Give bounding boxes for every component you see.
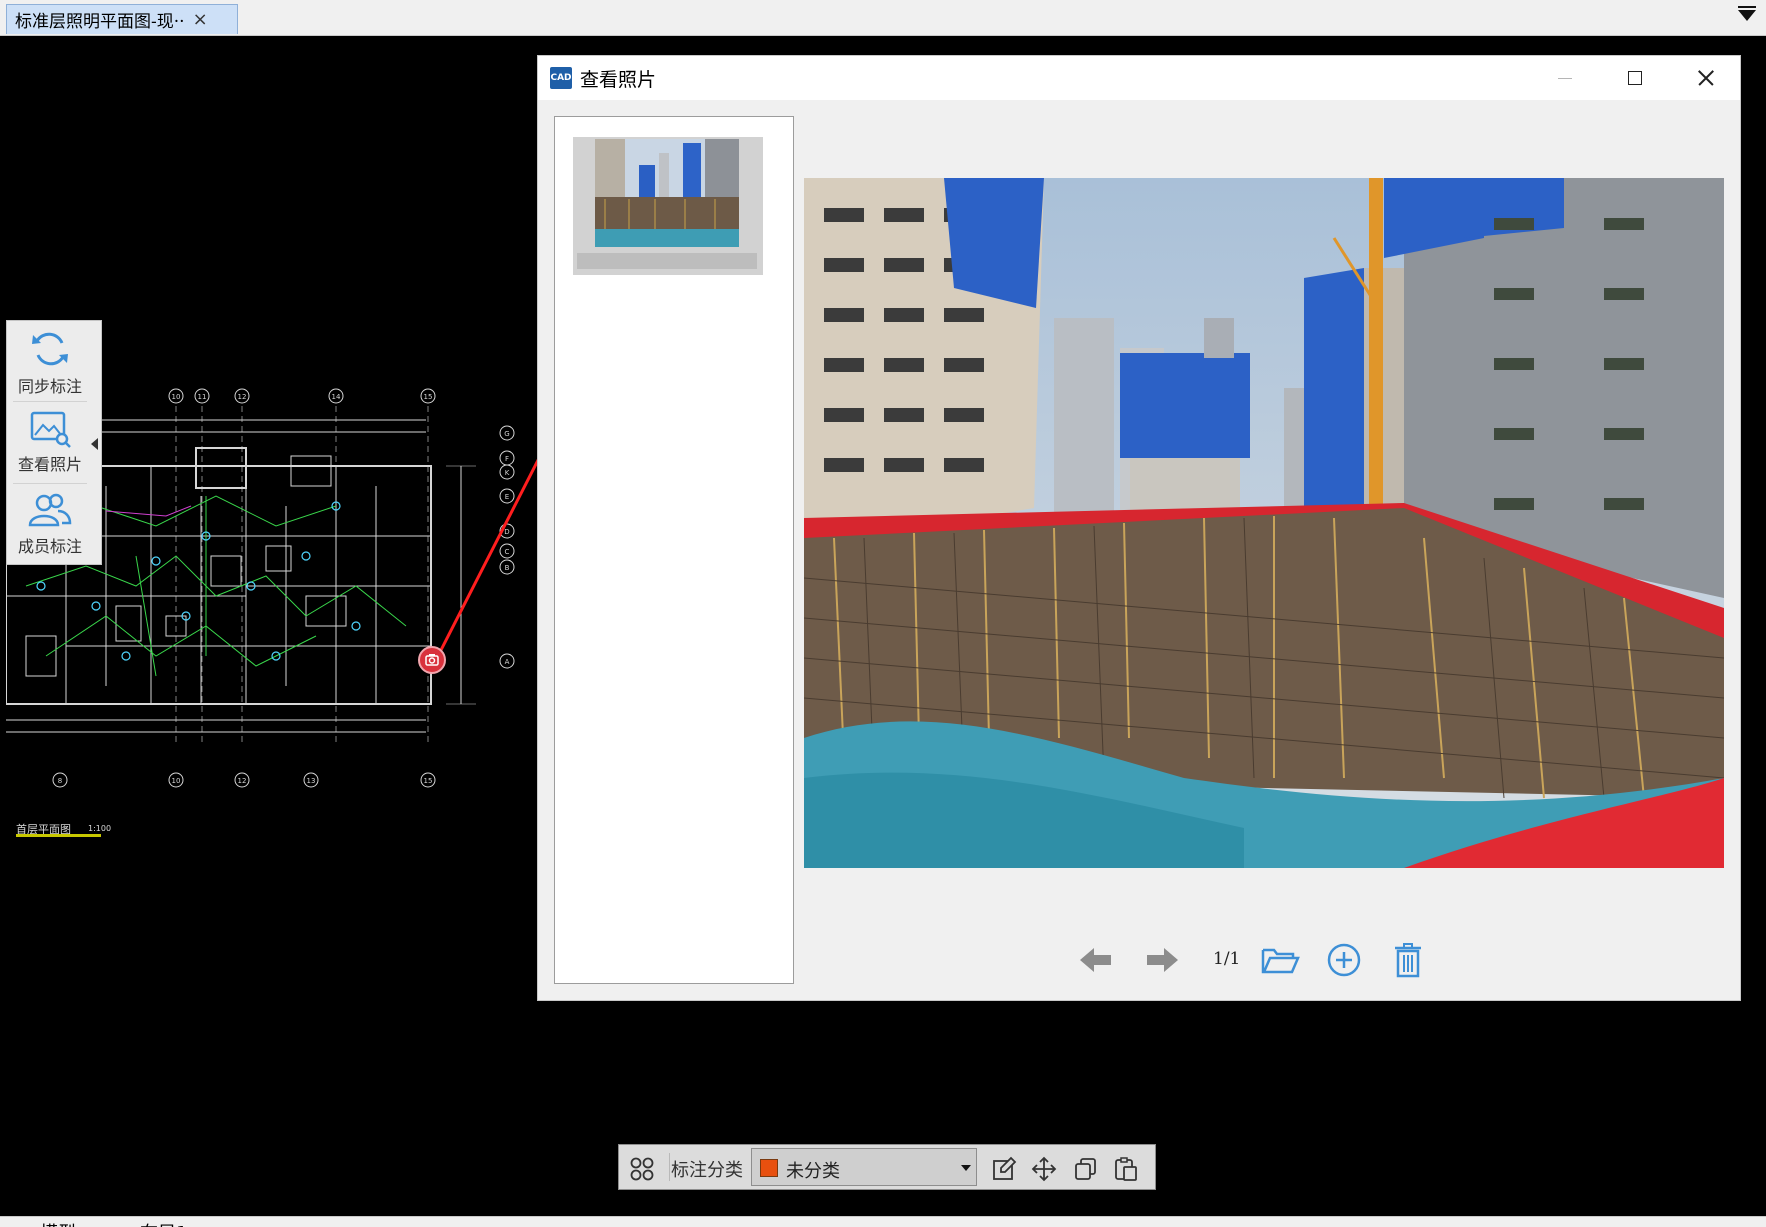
close-button[interactable] <box>1670 56 1740 100</box>
photo-thumbnail[interactable] <box>573 137 763 275</box>
thumbnail-image <box>595 139 739 247</box>
document-tab-strip: 标准层照明平面图-现·· × <box>0 0 1766 36</box>
document-tab-close-icon[interactable]: × <box>193 10 208 29</box>
previous-arrow-icon[interactable] <box>1078 940 1114 980</box>
photo-viewer-dialog: CAD 查看照片 1/1 <box>538 56 1740 1000</box>
thumbnail-list <box>554 116 794 984</box>
grid-label-top: 12 <box>238 393 247 401</box>
member-annotation-button[interactable]: 成员标注 <box>7 485 93 565</box>
drawing-scale: 1:100 <box>88 824 112 833</box>
open-folder-icon[interactable] <box>1260 940 1300 980</box>
member-annotation-label: 成员标注 <box>17 537 82 556</box>
category-select[interactable]: 未分类 <box>751 1148 977 1186</box>
dialog-titlebar[interactable]: CAD 查看照片 <box>538 56 1740 100</box>
camera-icon <box>425 654 439 666</box>
sync-annotation-label: 同步标注 <box>17 377 82 396</box>
move-icon[interactable] <box>1031 1156 1057 1182</box>
view-photo-button[interactable]: 查看照片 <box>7 403 93 483</box>
delete-photo-icon[interactable] <box>1388 940 1428 980</box>
photo-navigation-bar: 1/1 <box>1078 940 1478 980</box>
annotation-side-panel: 同步标注 查看照片 成员标注 <box>6 320 102 565</box>
add-photo-icon[interactable] <box>1324 940 1364 980</box>
category-grid-icon[interactable] <box>629 1156 655 1182</box>
edit-icon[interactable] <box>991 1156 1017 1182</box>
dialog-title: 查看照片 <box>580 69 657 91</box>
grid-label-top: 15 <box>424 393 433 401</box>
main-photo <box>804 178 1724 868</box>
grid-label-bottom: 8 <box>58 777 62 785</box>
chevron-down-icon <box>961 1165 971 1171</box>
toolbar-separator <box>669 1153 670 1181</box>
document-tab-label: 标准层照明平面图-现·· <box>15 12 185 32</box>
view-photo-icon <box>30 411 71 448</box>
grid-label-bottom: 10 <box>172 777 181 785</box>
document-tab[interactable]: 标准层照明平面图-现·· × <box>6 4 238 34</box>
maximize-button[interactable] <box>1600 56 1670 100</box>
grid-label-bottom: 15 <box>424 777 433 785</box>
grid-label-top: 11 <box>198 393 207 401</box>
grid-label-top: 10 <box>172 393 181 401</box>
photo-marker[interactable] <box>418 646 446 674</box>
sync-icon <box>32 332 68 366</box>
annotation-toolbar: 标注分类 未分类 <box>618 1144 1156 1190</box>
tab-overflow-icon[interactable] <box>1738 6 1756 21</box>
grid-label-bottom: 13 <box>307 777 316 785</box>
view-photo-label: 查看照片 <box>17 455 82 474</box>
app-logo-icon: CAD <box>550 67 572 89</box>
page-indicator: 1/1 <box>1213 949 1241 969</box>
next-arrow-icon[interactable] <box>1144 940 1180 980</box>
thumbnail-caption-redacted <box>577 253 757 269</box>
category-select-value: 未分类 <box>786 1161 840 1182</box>
copy-icon[interactable] <box>1073 1156 1099 1182</box>
members-icon <box>28 493 72 527</box>
panel-divider <box>13 401 87 402</box>
minimize-button[interactable] <box>1530 56 1600 100</box>
paste-icon[interactable] <box>1113 1156 1139 1182</box>
layout-tab-strip: 模型 布局1 <box>0 1216 1766 1227</box>
category-color-swatch <box>760 1159 778 1177</box>
panel-divider <box>13 483 87 484</box>
category-label: 标注分类 <box>671 1160 743 1181</box>
drawing-title-underline <box>16 834 101 837</box>
panel-collapse-icon[interactable] <box>91 438 98 450</box>
sync-annotation-button[interactable]: 同步标注 <box>7 321 93 401</box>
grid-label-bottom: 12 <box>238 777 247 785</box>
grid-label-top: 14 <box>332 393 341 401</box>
